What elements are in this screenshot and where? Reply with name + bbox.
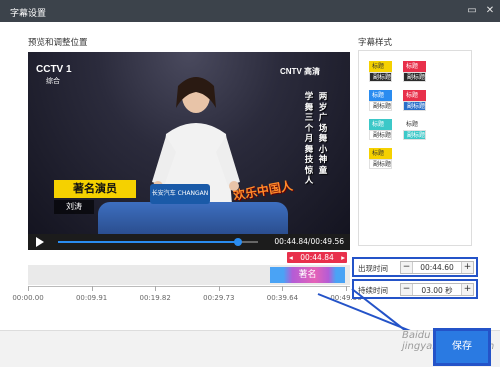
style-option-subtitle: 副标题 <box>403 72 426 82</box>
sponsor-logo: 长安汽车 CHANGAN <box>150 184 210 204</box>
progress-handle[interactable] <box>234 238 242 246</box>
channel-subtitle: 综合 <box>46 78 60 85</box>
style-option-subtitle: 副标题 <box>369 130 392 140</box>
appear-time-stepper[interactable]: − 00:44.60 + <box>400 261 474 274</box>
style-section-title: 字幕样式 <box>358 38 393 48</box>
subtitle-style-panel: 标题 副标题 标题 副标题 标题 副标题 标题 副标题 标题 副标题 标题 副标题 标题 副标题 <box>358 50 472 246</box>
ruler-tick <box>28 286 29 291</box>
appear-time-setting: 出现时间 − 00:44.60 + <box>352 257 478 277</box>
appear-time-label: 出现时间 <box>358 264 388 273</box>
subtitle-name-sub[interactable]: 刘涛 <box>54 200 94 214</box>
ruler-tick-label: 00:09.91 <box>75 294 108 302</box>
preview-section-title: 预览和调整位置 <box>28 38 88 48</box>
ruler-tick <box>91 286 93 291</box>
subtitle-style-option[interactable]: 标题 副标题 <box>403 119 426 140</box>
progress-bar[interactable] <box>58 238 258 246</box>
style-option-subtitle: 副标题 <box>369 72 392 82</box>
style-option-title: 标题 <box>403 90 426 101</box>
style-option-subtitle: 副标题 <box>369 101 392 111</box>
duration-setting: 持续时间 − 03.00 秒 + <box>352 279 478 299</box>
duration-decrease-button[interactable]: − <box>401 284 413 295</box>
ruler-tick-label: 00:00.00 <box>12 294 44 302</box>
appear-time-increase-button[interactable]: + <box>461 262 473 273</box>
save-button[interactable]: 保存 <box>433 328 491 366</box>
stage-seat <box>98 202 288 234</box>
progress-fill <box>58 241 238 243</box>
subtitle-style-option[interactable]: 标题 副标题 <box>369 61 392 82</box>
style-option-subtitle: 副标题 <box>403 130 426 140</box>
time-readout: 00:44.84/00:49.56 <box>274 237 344 246</box>
duration-increase-button[interactable]: + <box>461 284 473 295</box>
ruler-tick-label: 00:19.82 <box>139 294 171 302</box>
player-controls: 00:44.84/00:49.56 <box>28 234 350 250</box>
subtitle-clip[interactable]: 著名 <box>270 267 345 283</box>
close-icon[interactable]: ✕ <box>484 5 496 17</box>
duration-stepper[interactable]: − 03.00 秒 + <box>400 283 474 296</box>
ruler-tick <box>346 286 347 291</box>
channel-logo: CCTV 1 <box>36 64 72 75</box>
ruler-tick-label: 00:29.73 <box>203 294 235 302</box>
style-option-title: 标题 <box>403 61 426 72</box>
appear-time-input[interactable]: 00:44.60 <box>415 263 459 272</box>
video-preview[interactable]: 长安汽车 CHANGAN CCTV 1 综合 CNTV 高清 两岁广场舞小神童 … <box>28 52 350 234</box>
window-title: 字幕设置 <box>10 9 47 19</box>
style-option-title: 标题 <box>403 119 426 130</box>
vertical-caption-2: 学舞三个月舞技惊人 <box>304 92 314 186</box>
style-option-title: 标题 <box>369 61 392 72</box>
appear-time-decrease-button[interactable]: − <box>401 262 413 273</box>
subtitle-name-plate[interactable]: 著名演员 <box>54 180 136 198</box>
title-bar: 字幕设置 ▭ ✕ <box>0 0 500 22</box>
ruler-tick-label: 00:39.64 <box>266 294 299 302</box>
subtitle-style-option[interactable]: 标题 副标题 <box>369 148 392 169</box>
duration-input[interactable]: 03.00 秒 <box>415 285 459 296</box>
current-time-marker[interactable]: 00:44.84 <box>287 252 347 263</box>
play-icon[interactable] <box>36 237 44 247</box>
style-option-title: 标题 <box>369 90 392 101</box>
subtitle-style-option[interactable]: 标题 副标题 <box>369 90 392 111</box>
style-option-subtitle: 副标题 <box>369 159 392 169</box>
subtitle-style-option[interactable]: 标题 副标题 <box>369 119 392 140</box>
hd-logo: CNTV 高清 <box>280 67 320 76</box>
style-option-subtitle: 副标题 <box>403 101 426 111</box>
ruler-tick <box>282 286 284 291</box>
duration-label: 持续时间 <box>358 286 388 295</box>
style-option-title: 标题 <box>369 148 392 159</box>
style-option-title: 标题 <box>369 119 392 130</box>
subtitle-style-option[interactable]: 标题 副标题 <box>403 61 426 82</box>
ruler-tick <box>218 286 220 291</box>
vertical-caption-1: 两岁广场舞小神童 <box>318 92 328 176</box>
timeline-ruler <box>28 286 350 294</box>
subtitle-style-option[interactable]: 标题 副标题 <box>403 90 426 111</box>
maximize-icon[interactable]: ▭ <box>466 5 478 17</box>
ruler-tick <box>155 286 157 291</box>
